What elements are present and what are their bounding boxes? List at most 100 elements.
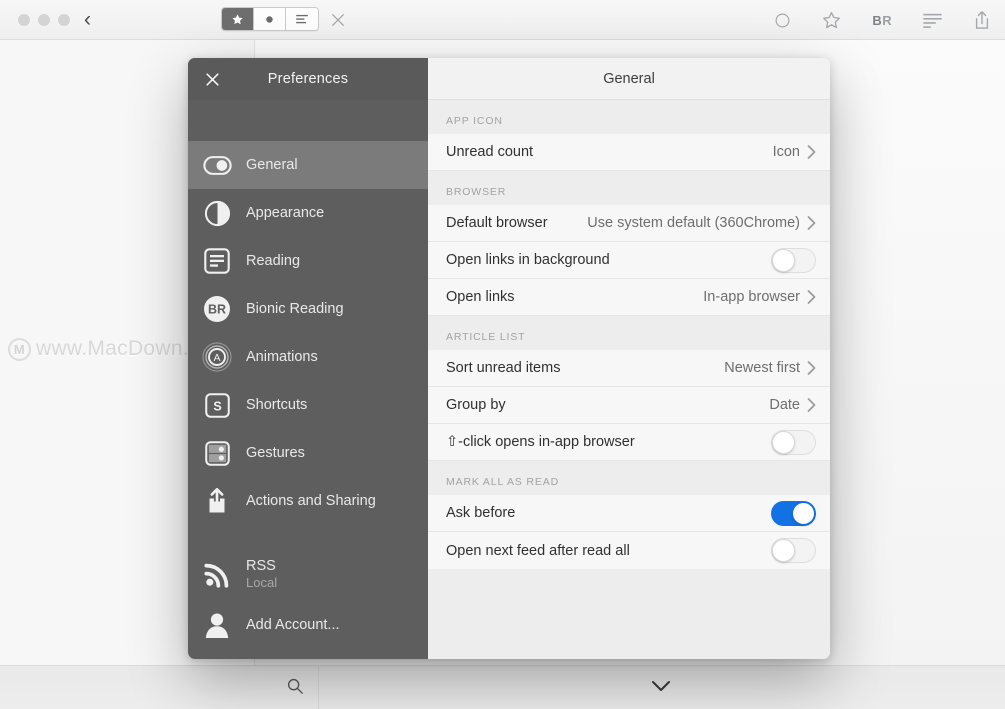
chevron-down-icon[interactable] (651, 679, 671, 698)
row-shift-click-opens-in-app-browser[interactable]: ⇧-click opens in-app browser (428, 424, 830, 461)
sidebar-account-label: Add Account... (246, 617, 340, 633)
toggle-shift-click-opens-in-app-browser[interactable] (771, 429, 816, 455)
sidebar-item-label: Reading (246, 253, 301, 269)
animation-a-icon: A (202, 342, 232, 372)
row-label: Sort unread items (446, 360, 561, 376)
preferences-sidebar-header: Preferences (188, 58, 428, 100)
sidebar-add-account[interactable]: Add Account... (188, 601, 428, 649)
share-up-icon (202, 486, 232, 516)
row-label: Unread count (446, 144, 534, 160)
br-bold-part: B (872, 12, 883, 28)
row-unread-count[interactable]: Unread count Icon (428, 134, 830, 171)
search-icon[interactable] (286, 677, 304, 700)
sidebar-item-general[interactable]: General (188, 141, 428, 189)
toggle-knob (772, 248, 795, 272)
rss-icon (202, 559, 232, 589)
sidebar-item-bionic-reading[interactable]: BR Bionic Reading (188, 285, 428, 333)
bionic-reading-icon[interactable]: BR (872, 13, 892, 28)
row-value: Newest first (724, 360, 800, 376)
sidebar-item-label: Shortcuts (246, 397, 308, 413)
row-label: Open links in background (446, 252, 610, 268)
row-label: ⇧-click opens in-app browser (446, 434, 635, 450)
app-bottom-bar (0, 665, 1005, 709)
close-preferences-button[interactable] (200, 67, 224, 91)
sidebar-top-gap (188, 100, 428, 141)
close-icon (205, 72, 219, 86)
toggle-open-links-in-background[interactable] (771, 247, 816, 273)
segment-unread-view[interactable] (254, 8, 286, 30)
sidebar-account-label: RSS (246, 557, 276, 574)
view-mode-segmented-control[interactable] (221, 7, 319, 31)
sidebar-item-label: Appearance (246, 205, 325, 221)
general-settings-list: APP ICON Unread count Icon BROWSER Defau… (428, 100, 830, 659)
toggle-open-next-feed-after-read-all[interactable] (771, 538, 816, 563)
row-label: Open next feed after read all (446, 542, 630, 559)
row-label: Default browser (446, 215, 548, 231)
sidebar-item-shortcuts[interactable]: S Shortcuts (188, 381, 428, 429)
row-open-links-in-background[interactable]: Open links in background (428, 242, 830, 279)
row-sort-unread-items[interactable]: Sort unread items Newest first (428, 350, 830, 387)
sidebar-account-rss[interactable]: RSS Local (188, 547, 428, 601)
preferences-dialog: Preferences General Appearance Reading B… (188, 58, 830, 659)
row-default-browser[interactable]: Default browser Use system default (360C… (428, 205, 830, 242)
preferences-content: General APP ICON Unread count Icon BROWS… (428, 58, 830, 659)
close-tab-button[interactable] (327, 9, 349, 31)
preferences-sidebar-list: General Appearance Reading BR Bionic Rea… (188, 141, 428, 659)
br-circle-icon: BR (202, 294, 232, 324)
segment-all-view[interactable] (286, 8, 318, 30)
window-traffic-lights[interactable] (18, 13, 70, 26)
row-open-links[interactable]: Open links In-app browser (428, 279, 830, 316)
section-header-article-list: ARTICLE LIST (428, 316, 830, 350)
content-page-title: General (428, 58, 830, 100)
preferences-sidebar: Preferences General Appearance Reading B… (188, 58, 428, 659)
document-lines-icon (202, 246, 232, 276)
dot-icon (266, 15, 273, 23)
row-open-next-feed-after-read-all[interactable]: Open next feed after read all (428, 532, 830, 569)
app-toolbar: ‹ BR (0, 0, 1005, 40)
toggle-ask-before[interactable] (771, 500, 816, 526)
star-icon (232, 13, 243, 24)
row-label: Ask before (446, 505, 516, 521)
chevron-right-icon (807, 361, 816, 375)
sidebar-item-actions-and-sharing[interactable]: Actions and Sharing (188, 477, 428, 525)
bottom-bar-divider (318, 666, 319, 709)
star-outline-icon[interactable] (821, 10, 842, 31)
row-label: Open links (446, 289, 515, 305)
toggle-knob (772, 430, 795, 454)
segment-star-view[interactable] (222, 8, 254, 30)
sidebar-accounts-spacer (188, 525, 428, 547)
chevron-right-icon (807, 290, 816, 304)
sidebar-item-reading[interactable]: Reading (188, 237, 428, 285)
minimize-window-button[interactable] (38, 13, 50, 26)
sidebar-item-gestures[interactable]: Gestures (188, 429, 428, 477)
sidebar-account-sublabel: Local (246, 574, 278, 590)
sidebar-item-animations[interactable]: A Animations (188, 333, 428, 381)
share-icon[interactable] (973, 10, 991, 30)
person-icon (202, 610, 232, 640)
toggle-knob (772, 539, 795, 562)
half-circle-icon (202, 198, 232, 228)
close-window-button[interactable] (18, 13, 30, 26)
preferences-title: Preferences (267, 71, 349, 87)
sidebar-item-appearance[interactable]: Appearance (188, 189, 428, 237)
sidebar-item-label: Bionic Reading (246, 301, 344, 317)
row-value: Date (769, 397, 800, 413)
circle-icon[interactable] (774, 12, 791, 29)
chevron-right-icon (807, 145, 816, 159)
row-group-by[interactable]: Group by Date (428, 387, 830, 424)
sidebar-item-label: General (246, 157, 298, 173)
key-s-icon: S (202, 390, 232, 420)
section-header-browser: BROWSER (428, 171, 830, 205)
text-lines-icon[interactable] (922, 13, 943, 28)
sidebar-item-label: Animations (246, 349, 318, 365)
row-value: Icon (772, 144, 800, 160)
row-ask-before[interactable]: Ask before (428, 495, 830, 532)
back-button[interactable]: ‹ (84, 9, 91, 31)
section-header-mark-all-as-read: MARK ALL AS READ (428, 461, 830, 495)
sidebar-account-rss-text: RSS Local (246, 557, 277, 591)
close-icon (332, 14, 344, 26)
toolbar-right-actions: BR (774, 0, 991, 40)
toggle-switch-icon (202, 150, 232, 180)
zoom-window-button[interactable] (58, 13, 70, 26)
row-value: In-app browser (703, 289, 800, 305)
